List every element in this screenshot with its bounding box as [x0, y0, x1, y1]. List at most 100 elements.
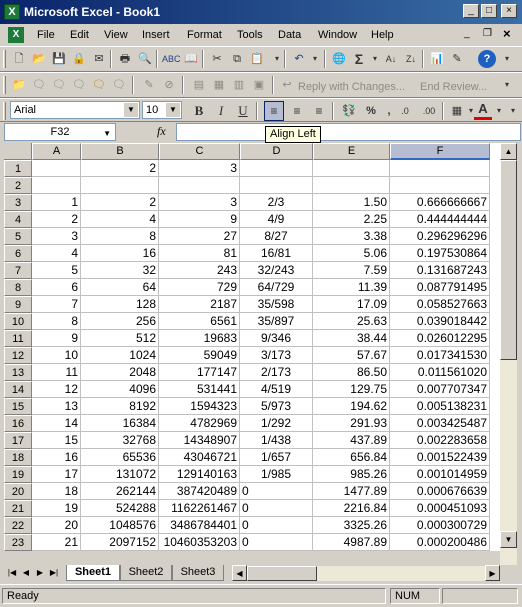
ink-annotation-icon[interactable]: ✎ — [140, 76, 158, 94]
doc-restore-button[interactable]: ❐ — [483, 28, 495, 40]
cell[interactable]: 16 — [32, 449, 81, 466]
sort-descending-icon[interactable]: Z↓ — [402, 50, 420, 68]
cell[interactable]: 43046721 — [159, 449, 240, 466]
maximize-button[interactable]: □ — [481, 4, 497, 18]
cell[interactable]: 2/173 — [240, 364, 313, 381]
name-box[interactable]: F32 ▼ — [4, 123, 116, 141]
tab-sheet1[interactable]: Sheet1 — [66, 565, 120, 581]
cell[interactable]: 0.666666667 — [390, 194, 490, 211]
cell[interactable]: 0.026012295 — [390, 330, 490, 347]
doc-close-button[interactable]: × — [503, 27, 515, 41]
cell[interactable]: 1024 — [81, 347, 159, 364]
cell[interactable]: 2048 — [81, 364, 159, 381]
cell[interactable] — [390, 177, 490, 194]
cell[interactable]: 10460353203 — [159, 534, 240, 551]
percent-button[interactable]: % — [362, 102, 380, 120]
cell[interactable]: 2187 — [159, 296, 240, 313]
cell[interactable] — [240, 160, 313, 177]
font-name-dropdown-icon[interactable]: ▼ — [124, 103, 138, 117]
cell[interactable]: 1594323 — [159, 398, 240, 415]
previous-comment-icon[interactable]: 🗨 — [50, 76, 68, 94]
cell[interactable]: 57.67 — [313, 347, 390, 364]
cell[interactable]: 0.058527663 — [390, 296, 490, 313]
align-center-button[interactable]: ≡ — [288, 102, 306, 120]
cell[interactable]: 1 — [32, 194, 81, 211]
cell[interactable]: 16 — [81, 245, 159, 262]
cell[interactable]: 16/81 — [240, 245, 313, 262]
cell[interactable]: 8192 — [81, 398, 159, 415]
row-header[interactable]: 9 — [4, 296, 32, 313]
row-header[interactable]: 20 — [4, 483, 32, 500]
show-comment-icon[interactable]: 🗨 — [90, 76, 108, 94]
row-header[interactable]: 1 — [4, 160, 32, 177]
next-sheet-icon[interactable]: ▶ — [34, 567, 46, 579]
menu-data[interactable]: Data — [278, 28, 301, 42]
cell[interactable]: 17 — [32, 466, 81, 483]
cell[interactable]: 3325.26 — [313, 517, 390, 534]
close-button[interactable]: × — [501, 4, 517, 18]
toolbar-options-icon[interactable]: ▾ — [504, 102, 522, 120]
cell[interactable]: 2097152 — [81, 534, 159, 551]
chart-wizard-icon[interactable]: 📊 — [428, 50, 446, 68]
cell[interactable]: 437.89 — [313, 432, 390, 449]
cell[interactable] — [390, 160, 490, 177]
track-changes-icon[interactable]: ▤ — [190, 76, 208, 94]
toolbar-grip[interactable] — [3, 50, 6, 68]
print-preview-icon[interactable]: 🔍 — [136, 50, 154, 68]
cell[interactable]: 5.06 — [313, 245, 390, 262]
worksheet-grid[interactable]: A B C D E F 1 2 3 2 3 1 2 3 2/3 1.50 0.666666667 4 2 4 9 4/9 2… — [4, 143, 500, 551]
permission-icon[interactable]: 🔒 — [70, 50, 88, 68]
tab-sheet2[interactable]: Sheet2 — [120, 565, 172, 581]
scroll-left-icon[interactable]: ◀ — [232, 565, 247, 581]
cell[interactable]: 4/9 — [240, 211, 313, 228]
row-header[interactable]: 21 — [4, 500, 32, 517]
cell[interactable]: 531441 — [159, 381, 240, 398]
row-header[interactable]: 11 — [4, 330, 32, 347]
cell[interactable]: 0.000300729 — [390, 517, 490, 534]
column-header[interactable]: C — [159, 143, 240, 160]
new-comment-icon[interactable]: 🗨 — [30, 76, 48, 94]
reply-with-changes-icon[interactable]: ↩ — [278, 76, 296, 94]
cut-icon[interactable]: ✂ — [208, 50, 226, 68]
cell[interactable]: 128 — [81, 296, 159, 313]
cell[interactable]: 35/897 — [240, 313, 313, 330]
cell[interactable]: 194.62 — [313, 398, 390, 415]
cell[interactable]: 9/346 — [240, 330, 313, 347]
column-header[interactable]: D — [240, 143, 313, 160]
cell[interactable]: 656.84 — [313, 449, 390, 466]
cell[interactable]: 25.63 — [313, 313, 390, 330]
cell[interactable]: 4 — [32, 245, 81, 262]
menu-help[interactable]: Help — [371, 28, 394, 42]
cell[interactable]: 4 — [81, 211, 159, 228]
sort-ascending-icon[interactable]: A↓ — [382, 50, 400, 68]
name-box-dropdown-icon[interactable]: ▼ — [103, 126, 111, 142]
doc-minimize-button[interactable]: _ — [464, 28, 476, 40]
cell[interactable]: 2 — [32, 211, 81, 228]
save-icon[interactable]: 💾 — [50, 50, 68, 68]
cell[interactable]: 4/519 — [240, 381, 313, 398]
font-size-dropdown-icon[interactable]: ▼ — [166, 103, 180, 117]
cell[interactable]: 3486784401 — [159, 517, 240, 534]
cell[interactable]: 3.38 — [313, 228, 390, 245]
menu-tools[interactable]: Tools — [237, 28, 263, 42]
cell[interactable]: 0.011561020 — [390, 364, 490, 381]
cell[interactable]: 0.005138231 — [390, 398, 490, 415]
menu-view[interactable]: View — [104, 28, 128, 42]
cell[interactable]: 4987.89 — [313, 534, 390, 551]
underline-button[interactable]: U — [234, 102, 252, 120]
share-icon[interactable]: ▥ — [230, 76, 248, 94]
italic-button[interactable]: I — [212, 102, 230, 120]
cell[interactable]: 6 — [32, 279, 81, 296]
cell[interactable]: 8 — [32, 313, 81, 330]
toolbar-grip[interactable] — [3, 102, 6, 120]
cell[interactable]: 8/27 — [240, 228, 313, 245]
row-header[interactable]: 16 — [4, 415, 32, 432]
cell[interactable]: 0 — [240, 534, 313, 551]
cell[interactable] — [313, 177, 390, 194]
row-header[interactable]: 10 — [4, 313, 32, 330]
cell[interactable]: 1162261467 — [159, 500, 240, 517]
cell[interactable]: 0.002283658 — [390, 432, 490, 449]
font-name-box[interactable]: Arial ▼ — [10, 101, 140, 119]
row-header[interactable]: 14 — [4, 381, 32, 398]
cell[interactable]: 1/657 — [240, 449, 313, 466]
